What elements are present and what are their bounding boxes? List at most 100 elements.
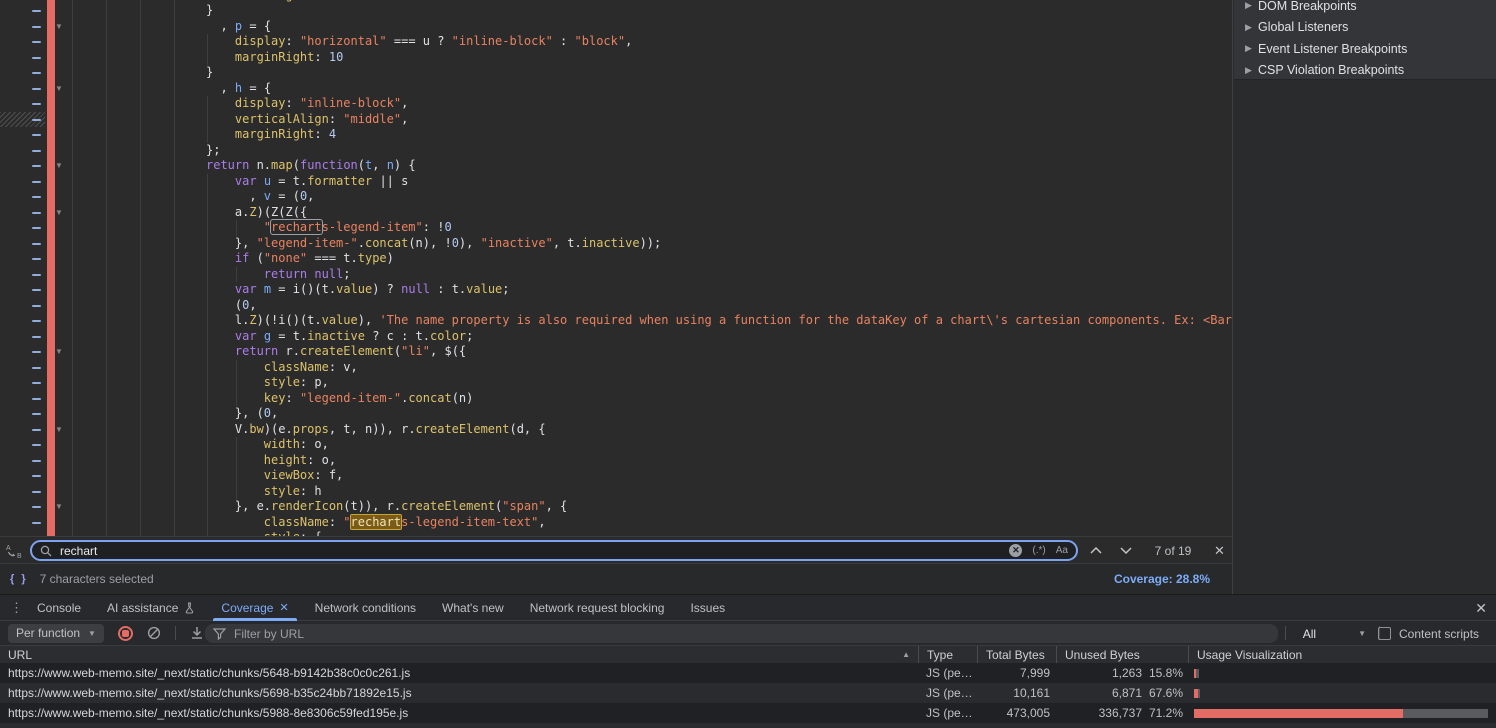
search-input[interactable]	[60, 544, 1009, 558]
code-line[interactable]: if ("none" === t.type)	[0, 251, 1232, 267]
code-line[interactable]: }	[0, 65, 1232, 81]
unused-bytes-cell: 6,87167.6%	[1056, 683, 1188, 703]
code-line[interactable]: (0,	[0, 298, 1232, 314]
column-header-unused-bytes[interactable]: Unused Bytes	[1056, 646, 1188, 663]
code-text: marginRight: 10	[0, 50, 343, 66]
replace-toggle-icon[interactable]: A B	[5, 543, 25, 559]
code-editor[interactable]: marginLeft: 4}▼ , p = { display: "horizo…	[0, 0, 1232, 536]
filter-by-url-input[interactable]	[234, 627, 1270, 641]
code-text: }, (0,	[0, 406, 278, 422]
table-row[interactable]: https://www.web-memo.site/_next/static/c…	[0, 663, 1496, 683]
code-line[interactable]: ▼ V.bw)(e.props, t, n)), r.createElement…	[0, 422, 1232, 438]
tab-ai-assistance[interactable]: AI assistance	[94, 595, 208, 621]
sidebar-item-label: Global Listeners	[1258, 20, 1348, 34]
clear-coverage-icon[interactable]	[147, 626, 161, 640]
code-line[interactable]: style: h	[0, 484, 1232, 500]
close-drawer-icon[interactable]: ✕	[1475, 600, 1487, 617]
tab-console[interactable]: Console	[24, 595, 94, 621]
table-row[interactable]: https://www.web-memo.site/_next/static/c…	[0, 723, 1496, 728]
tab-what-s-new[interactable]: What's new	[429, 595, 517, 621]
code-line[interactable]: ▼ }, e.renderIcon(t)), r.createElement("…	[0, 499, 1232, 515]
code-line[interactable]: verticalAlign: "middle",	[0, 112, 1232, 128]
total-bytes-cell: 118,130	[977, 723, 1056, 728]
code-text: (0,	[0, 298, 257, 314]
tab-coverage[interactable]: Coverage✕	[208, 595, 301, 621]
code-line[interactable]: marginRight: 10	[0, 50, 1232, 66]
code-text: };	[0, 143, 220, 159]
more-tabs-icon[interactable]: ⋮	[10, 600, 24, 616]
column-header-url[interactable]: URL▲	[0, 646, 918, 663]
code-line[interactable]: style: p,	[0, 375, 1232, 391]
sidebar-item-dom-breakpoints[interactable]: ▶DOM Breakpoints	[1234, 0, 1496, 17]
sidebar-item-label: DOM Breakpoints	[1258, 0, 1357, 13]
code-line[interactable]: ▼ , p = {	[0, 19, 1232, 35]
code-line[interactable]: }	[0, 3, 1232, 19]
code-line[interactable]: return null;	[0, 267, 1232, 283]
code-line[interactable]: viewBox: f,	[0, 468, 1232, 484]
pretty-print-icon[interactable]: { }	[10, 573, 28, 585]
code-line[interactable]: ▼ , h = {	[0, 81, 1232, 97]
record-coverage-button[interactable]	[118, 626, 133, 641]
code-text: V.bw)(e.props, t, n)), r.createElement(d…	[0, 422, 546, 438]
code-line[interactable]: "recharts-legend-item": !0	[0, 220, 1232, 236]
code-line[interactable]: height: o,	[0, 453, 1232, 469]
devtools-window: marginLeft: 4}▼ , p = { display: "horizo…	[0, 0, 1496, 728]
code-line[interactable]: key: "legend-item-".concat(n)	[0, 391, 1232, 407]
sidebar-item-csp-violation-breakpoints[interactable]: ▶CSP Violation Breakpoints	[1234, 60, 1496, 81]
code-text: display: "inline-block",	[0, 96, 408, 112]
total-bytes-cell: 7,999	[977, 663, 1056, 683]
code-text: marginRight: 4	[0, 127, 336, 143]
sidebar-item-event-listener-breakpoints[interactable]: ▶Event Listener Breakpoints	[1234, 38, 1496, 60]
next-match-icon[interactable]	[1120, 547, 1132, 554]
code-line[interactable]: }, "legend-item-".concat(n), !0), "inact…	[0, 236, 1232, 252]
selection-status: 7 characters selected	[40, 572, 154, 586]
code-line[interactable]: }, (0,	[0, 406, 1232, 422]
code-line[interactable]: , v = (0,	[0, 189, 1232, 205]
previous-match-icon[interactable]	[1090, 547, 1102, 554]
content-scripts-label: Content scripts	[1399, 627, 1479, 641]
table-row[interactable]: https://www.web-memo.site/_next/static/c…	[0, 683, 1496, 703]
code-line[interactable]: ▼return n.map(function(t, n) {	[0, 158, 1232, 174]
code-line[interactable]: var u = t.formatter || s	[0, 174, 1232, 190]
code-line[interactable]: ▼ return r.createElement("li", $({	[0, 344, 1232, 360]
clear-search-icon[interactable]: ✕	[1009, 544, 1022, 557]
tab-network-request-blocking[interactable]: Network request blocking	[517, 595, 678, 621]
export-coverage-icon[interactable]	[190, 626, 204, 640]
code-line[interactable]: display: "horizontal" === u ? "inline-bl…	[0, 34, 1232, 50]
coverage-scope-select[interactable]: Per function ▼	[8, 624, 104, 643]
column-header-type[interactable]: Type	[918, 646, 977, 663]
code-line[interactable]: display: "inline-block",	[0, 96, 1232, 112]
column-header-usage-visualization[interactable]: Usage Visualization	[1188, 646, 1496, 663]
code-line[interactable]: var g = t.inactive ? c : t.color;	[0, 329, 1232, 345]
code-line[interactable]: ▼ a.Z)(Z(Z({	[0, 205, 1232, 221]
code-text: var m = i()(t.value) ? null : t.value;	[0, 282, 510, 298]
code-line[interactable]: marginRight: 4	[0, 127, 1232, 143]
code-line[interactable]: var m = i()(t.value) ? null : t.value;	[0, 282, 1232, 298]
tab-issues[interactable]: Issues	[677, 595, 738, 621]
close-find-bar-icon[interactable]: ✕	[1214, 543, 1225, 559]
code-line[interactable]: };	[0, 143, 1232, 159]
code-text: return n.map(function(t, n) {	[0, 158, 416, 174]
content-scripts-checkbox[interactable]	[1378, 627, 1391, 640]
code-text: return r.createElement("li", $({	[0, 344, 466, 360]
tab-network-conditions[interactable]: Network conditions	[302, 595, 429, 621]
type-cell: JS (pe…	[918, 703, 977, 723]
coverage-percent-link[interactable]: Coverage: 28.8%	[1114, 572, 1210, 586]
code-line[interactable]: width: o,	[0, 437, 1232, 453]
sidebar-item-global-listeners[interactable]: ▶Global Listeners	[1234, 17, 1496, 39]
code-text: return null;	[0, 267, 351, 283]
code-line[interactable]: className: "recharts-legend-item-text",	[0, 515, 1232, 531]
table-row[interactable]: https://www.web-memo.site/_next/static/c…	[0, 703, 1496, 723]
column-header-total-bytes[interactable]: Total Bytes	[977, 646, 1056, 663]
code-text: var g = t.inactive ? c : t.color;	[0, 329, 473, 345]
match-case-toggle-icon[interactable]: Aa	[1056, 545, 1068, 556]
close-tab-icon[interactable]: ✕	[279, 601, 288, 614]
svg-text:A: A	[6, 545, 11, 552]
code-line[interactable]: className: v,	[0, 360, 1232, 376]
unused-bytes-cell: 336,73771.2%	[1056, 703, 1188, 723]
type-filter-select[interactable]: All ▼	[1303, 621, 1366, 646]
sort-ascending-icon: ▲	[902, 650, 910, 659]
regex-toggle-icon[interactable]: (.*)	[1032, 545, 1045, 556]
drawer-tabs: ⋮ ConsoleAI assistanceCoverage✕Network c…	[0, 595, 1496, 621]
code-line[interactable]: l.Z)(!i()(t.value), 'The name property i…	[0, 313, 1232, 329]
